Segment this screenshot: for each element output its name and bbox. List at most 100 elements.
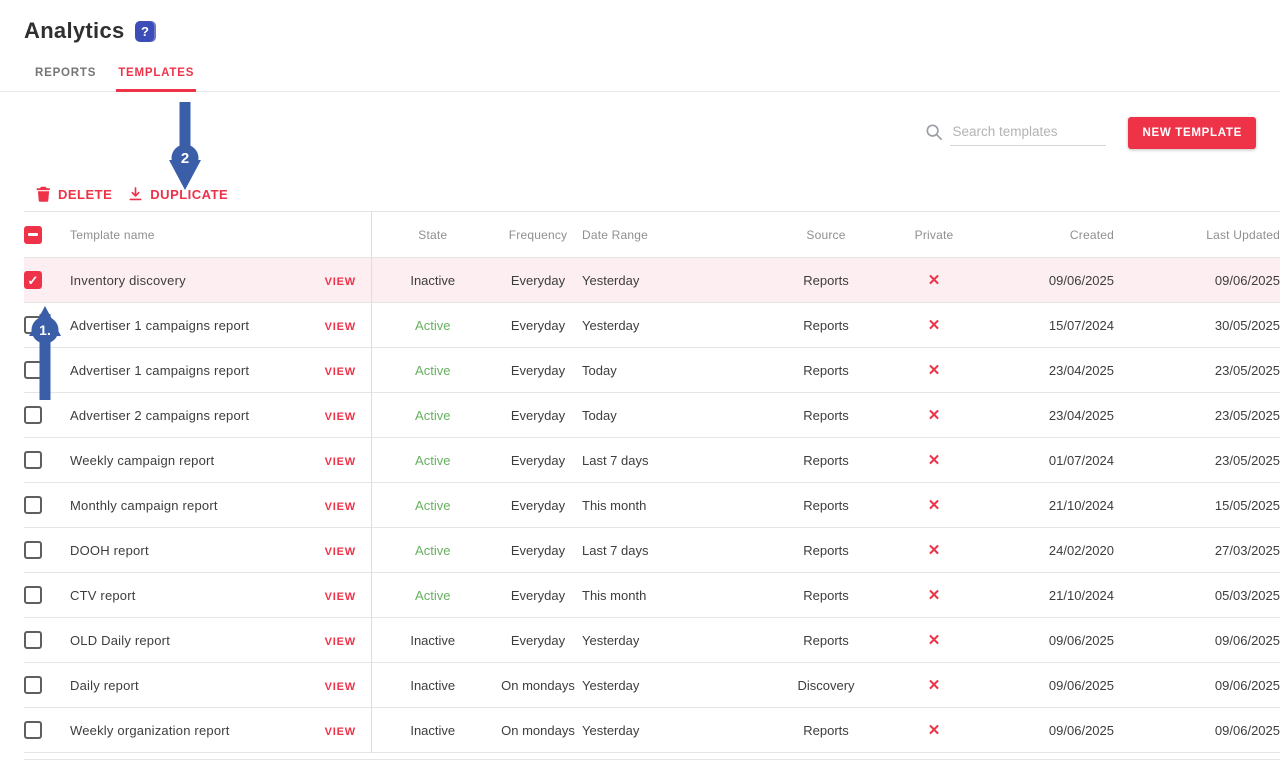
last-updated-cell: 09/06/2025	[1114, 663, 1280, 708]
date-range-cell: This month	[582, 483, 770, 528]
help-icon[interactable]: ?	[135, 21, 156, 42]
state-label: Inactive	[410, 273, 455, 288]
templates-table: Template name State Frequency Date Range…	[24, 211, 1280, 753]
table-row: Advertiser 1 campaigns report VIEW Activ…	[24, 348, 1280, 393]
row-checkbox[interactable]	[24, 451, 42, 469]
row-checkbox[interactable]	[24, 496, 42, 514]
date-range-cell: Yesterday	[582, 258, 770, 303]
row-checkbox[interactable]	[24, 676, 42, 694]
source-cell: Reports	[770, 303, 882, 348]
step-1-arrow: 1.	[26, 304, 64, 400]
row-checkbox[interactable]	[24, 541, 42, 559]
tab-templates[interactable]: TEMPLATES	[116, 58, 196, 91]
select-all-checkbox[interactable]	[24, 226, 42, 244]
view-link[interactable]: VIEW	[325, 636, 356, 648]
view-link[interactable]: VIEW	[325, 411, 356, 423]
state-label: Active	[415, 498, 450, 513]
x-mark-icon: ✕	[928, 632, 941, 649]
x-mark-icon: ✕	[928, 587, 941, 604]
table-row: Daily report VIEW Inactive On mondays Ye…	[24, 663, 1280, 708]
frequency-cell: Everyday	[494, 573, 582, 618]
source-cell: Reports	[770, 618, 882, 663]
created-cell: 09/06/2025	[986, 663, 1114, 708]
col-created: Created	[986, 212, 1114, 258]
col-private: Private	[882, 212, 986, 258]
created-cell: 21/10/2024	[986, 573, 1114, 618]
last-updated-cell: 30/05/2025	[1114, 303, 1280, 348]
col-view	[310, 212, 371, 258]
table-row: Weekly campaign report VIEW Active Every…	[24, 438, 1280, 483]
date-range-cell: This month	[582, 573, 770, 618]
search-icon	[924, 122, 944, 142]
date-range-cell: Yesterday	[582, 303, 770, 348]
view-link[interactable]: VIEW	[325, 726, 356, 738]
frequency-cell: Everyday	[494, 303, 582, 348]
page-title: Analytics	[24, 18, 125, 44]
created-cell: 09/06/2025	[986, 708, 1114, 753]
step-2-arrow: 2	[166, 102, 204, 194]
frequency-cell: Everyday	[494, 258, 582, 303]
template-name: Weekly campaign report	[70, 453, 214, 468]
date-range-cell: Today	[582, 393, 770, 438]
row-checkbox[interactable]	[24, 406, 42, 424]
frequency-cell: Everyday	[494, 438, 582, 483]
created-cell: 09/06/2025	[986, 258, 1114, 303]
date-range-cell: Yesterday	[582, 708, 770, 753]
view-link[interactable]: VIEW	[325, 681, 356, 693]
view-link[interactable]: VIEW	[325, 546, 356, 558]
view-link[interactable]: VIEW	[325, 591, 356, 603]
source-cell: Reports	[770, 483, 882, 528]
created-cell: 23/04/2025	[986, 393, 1114, 438]
last-updated-cell: 23/05/2025	[1114, 438, 1280, 483]
view-link[interactable]: VIEW	[325, 276, 356, 288]
created-cell: 24/02/2020	[986, 528, 1114, 573]
state-label: Active	[415, 408, 450, 423]
template-name: Inventory discovery	[70, 273, 186, 288]
bulk-actions: DELETE DUPLICATE	[36, 186, 1280, 202]
row-checkbox[interactable]	[24, 631, 42, 649]
col-template-name: Template name	[70, 212, 310, 258]
trash-icon	[36, 186, 51, 202]
view-link[interactable]: VIEW	[325, 501, 356, 513]
template-name: Advertiser 1 campaigns report	[70, 363, 249, 378]
state-label: Active	[415, 363, 450, 378]
template-name: OLD Daily report	[70, 633, 170, 648]
frequency-cell: Everyday	[494, 618, 582, 663]
next-row-divider	[24, 759, 1280, 764]
x-mark-icon: ✕	[928, 722, 941, 739]
x-mark-icon: ✕	[928, 542, 941, 559]
row-checkbox[interactable]	[24, 586, 42, 604]
state-label: Active	[415, 588, 450, 603]
view-link[interactable]: VIEW	[325, 456, 356, 468]
table-header-row: Template name State Frequency Date Range…	[24, 212, 1280, 258]
template-name: CTV report	[70, 588, 136, 603]
table-row: Weekly organization report VIEW Inactive…	[24, 708, 1280, 753]
view-link[interactable]: VIEW	[325, 321, 356, 333]
row-checkbox[interactable]	[24, 271, 42, 289]
frequency-cell: Everyday	[494, 483, 582, 528]
x-mark-icon: ✕	[928, 677, 941, 694]
delete-button[interactable]: DELETE	[36, 186, 112, 202]
view-link[interactable]: VIEW	[325, 366, 356, 378]
step-2-label: 2	[181, 150, 189, 167]
last-updated-cell: 23/05/2025	[1114, 393, 1280, 438]
table-row: OLD Daily report VIEW Inactive Everyday …	[24, 618, 1280, 663]
last-updated-cell: 05/03/2025	[1114, 573, 1280, 618]
tab-reports[interactable]: REPORTS	[33, 58, 98, 91]
new-template-button[interactable]: NEW TEMPLATE	[1128, 117, 1256, 149]
table-row: DOOH report VIEW Active Everyday Last 7 …	[24, 528, 1280, 573]
state-label: Inactive	[410, 678, 455, 693]
row-checkbox[interactable]	[24, 721, 42, 739]
col-source: Source	[770, 212, 882, 258]
x-mark-icon: ✕	[928, 317, 941, 334]
state-label: Inactive	[410, 633, 455, 648]
state-label: Inactive	[410, 723, 455, 738]
search-box	[924, 120, 1106, 146]
source-cell: Reports	[770, 708, 882, 753]
table-row: Advertiser 2 campaigns report VIEW Activ…	[24, 393, 1280, 438]
last-updated-cell: 27/03/2025	[1114, 528, 1280, 573]
source-cell: Reports	[770, 438, 882, 483]
search-input[interactable]	[950, 120, 1106, 146]
state-label: Active	[415, 543, 450, 558]
date-range-cell: Yesterday	[582, 663, 770, 708]
